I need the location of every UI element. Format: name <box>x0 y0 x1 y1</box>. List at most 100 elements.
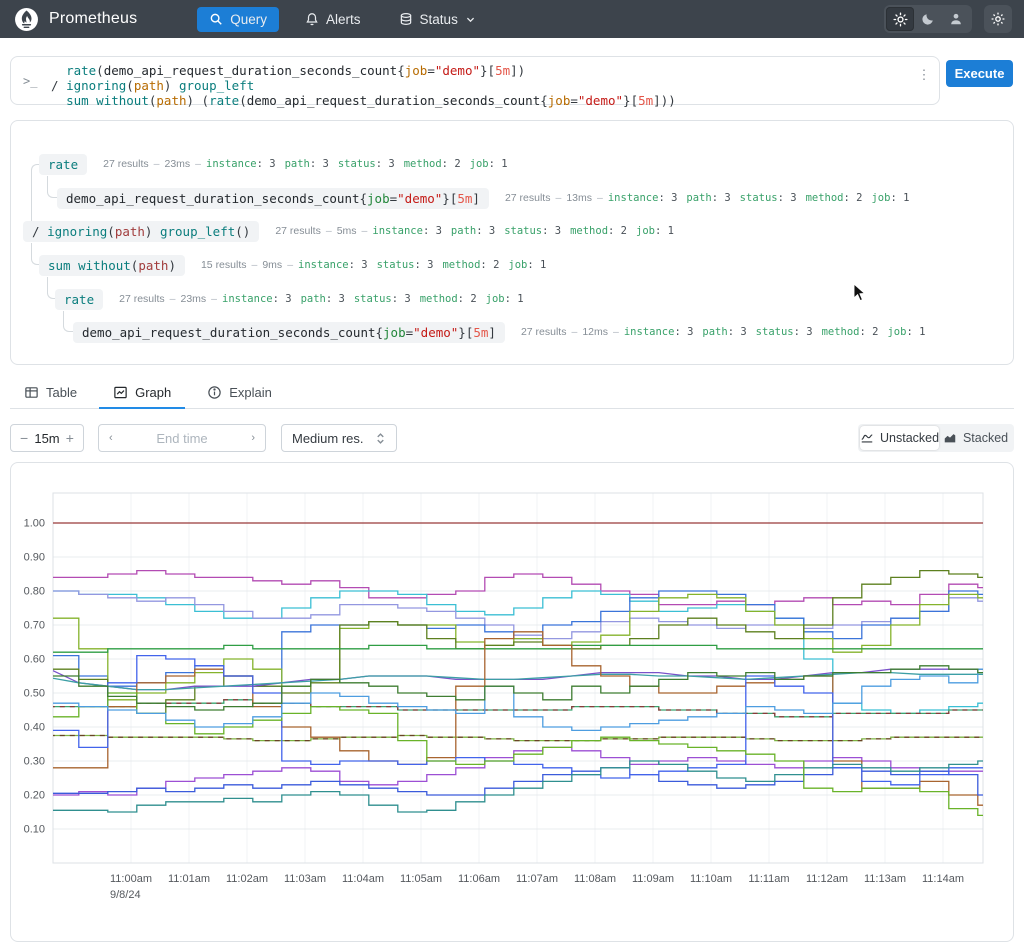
node-stat: – <box>169 293 176 305</box>
chevron-up-down-icon <box>377 432 384 444</box>
promql-token: path <box>114 223 145 239</box>
promql-token: job <box>404 63 428 78</box>
node-stat: path <box>686 192 712 204</box>
node-stat: method <box>442 259 481 271</box>
tree-node-pill[interactable]: rate <box>39 153 88 175</box>
x-axis-tick: 11:04am <box>342 873 384 885</box>
range-value[interactable]: 15m <box>34 431 59 446</box>
tab-explain[interactable]: Explain <box>193 378 286 409</box>
node-stats: 27 results –23ms – instance: 3 path: 3 status… <box>119 293 532 305</box>
node-stat: 5ms <box>336 225 357 237</box>
node-stat: : 3 <box>256 158 276 170</box>
promql-token: } <box>480 63 488 78</box>
promql-token: } <box>623 93 631 109</box>
node-stat: : 3 <box>375 158 395 170</box>
x-axis-tick: 11:05am <box>400 873 442 885</box>
node-stat: : 1 <box>890 192 910 204</box>
chart-series-line <box>53 699 983 718</box>
promql-token: () <box>235 223 251 239</box>
node-stat: : 3 <box>727 326 747 338</box>
theme-light-option[interactable] <box>886 7 914 31</box>
node-stat: : 3 <box>422 225 442 237</box>
node-stat: : 3 <box>309 158 329 170</box>
tree-node-row: / ignoring(path) group_left() 27 results –… <box>23 219 683 243</box>
theme-auto-option[interactable] <box>942 7 970 31</box>
navbar: Prometheus Query Alerts Status <box>0 0 1024 38</box>
promql-token: )) <box>660 93 676 109</box>
promql-token: ignoring <box>47 223 108 239</box>
resolution-value: Medium res. <box>292 430 364 446</box>
tree-node-pill[interactable]: demo_api_request_duration_seconds_count{… <box>57 187 489 209</box>
node-stat: method <box>821 326 860 338</box>
database-icon <box>400 13 411 25</box>
end-time-picker[interactable]: ‹ End time › <box>98 424 266 452</box>
time-back-icon[interactable]: ‹ <box>109 432 113 444</box>
range-decrease-button[interactable]: − <box>20 430 28 446</box>
y-axis-tick: 0.90 <box>24 552 45 564</box>
tree-node-pill[interactable]: / ignoring(path) group_left() <box>23 220 260 242</box>
node-stat: instance <box>372 225 423 237</box>
code-line[interactable]: / ignoring(path) group_left <box>51 78 676 93</box>
area-chart-icon <box>944 434 956 443</box>
node-stat: 9ms <box>262 259 283 271</box>
promql-token: group_left <box>159 223 236 239</box>
node-stat: job <box>871 192 891 204</box>
node-stat: 27 results <box>504 192 551 204</box>
promql-token: / <box>32 223 48 239</box>
execute-button[interactable]: Execute <box>946 60 1013 87</box>
tab-graph[interactable]: Graph <box>99 378 186 409</box>
x-axis-tick: 11:13am <box>864 873 906 885</box>
time-forward-icon[interactable]: › <box>251 432 255 444</box>
promql-token <box>71 258 79 273</box>
x-axis-tick: 11:14am <box>922 873 964 885</box>
promql-token: = <box>427 63 435 78</box>
stacked-option[interactable]: Stacked <box>939 426 1012 450</box>
settings-button[interactable] <box>984 5 1012 33</box>
nav-item-query[interactable]: Query <box>197 6 280 32</box>
unstacked-option[interactable]: Unstacked <box>860 426 940 450</box>
navbar-right <box>884 5 1012 33</box>
end-time-placeholder[interactable]: End time <box>156 431 207 446</box>
query-editor[interactable]: >_ rate(demo_api_request_duration_second… <box>10 56 940 108</box>
promql-token: 5m <box>638 93 654 109</box>
resolution-select[interactable]: Medium res. <box>281 424 397 452</box>
code-line[interactable]: sum without(path) (rate(demo_api_request… <box>51 93 676 108</box>
nav-item-status[interactable]: Status <box>387 7 488 32</box>
x-axis-tick: 11:01am <box>168 873 210 885</box>
graph-panel: 0.10 0.20 0.30 0.40 0.50 0.60 0.70 0.80 0.90 1.00… <box>10 462 1014 942</box>
range-increase-button[interactable]: + <box>66 430 74 446</box>
kebab-menu-icon[interactable]: ⋮ <box>917 68 931 81</box>
nav-item-alerts[interactable]: Alerts <box>293 7 373 32</box>
y-axis-tick: 0.80 <box>24 586 45 598</box>
promql-token: ( <box>239 93 247 109</box>
nav-item-label: Query <box>230 11 268 27</box>
code-line[interactable]: rate(demo_api_request_duration_seconds_c… <box>51 63 676 78</box>
gear-icon <box>991 12 1005 26</box>
promql-token: "demo" <box>577 93 624 109</box>
query-expression[interactable]: rate(demo_api_request_duration_seconds_c… <box>51 63 676 109</box>
promql-token: ] <box>472 190 480 206</box>
node-stat: : 1 <box>488 158 508 170</box>
promql-token: rate <box>48 156 79 172</box>
node-stat: 27 results <box>520 326 567 338</box>
chart-series-line <box>53 631 983 806</box>
promql-token: { <box>540 93 548 109</box>
tree-node-pill[interactable]: rate <box>55 288 104 310</box>
node-stat: path <box>702 326 728 338</box>
promql-token: rate <box>64 291 95 307</box>
range-selector: − 15m + <box>10 424 84 452</box>
node-stat: 27 results <box>119 293 165 305</box>
promql-token: without <box>78 257 131 273</box>
tab-table[interactable]: Table <box>10 378 91 409</box>
node-stats: 27 results –13ms – instance: 3 path: 3 status… <box>505 192 918 204</box>
node-stat: : 3 <box>272 293 292 305</box>
tree-node-pill[interactable]: demo_api_request_duration_seconds_count{… <box>73 321 505 343</box>
node-stat: status <box>353 293 392 305</box>
node-stat: : 3 <box>476 225 496 237</box>
tree-node-pill[interactable]: sum without(path) <box>39 254 185 276</box>
node-stat: – <box>287 259 294 271</box>
theme-dark-option[interactable] <box>914 7 942 31</box>
promql-token: [ <box>630 93 639 109</box>
user-icon <box>951 13 961 25</box>
stacking-toggle: Unstacked Stacked <box>858 424 1014 452</box>
